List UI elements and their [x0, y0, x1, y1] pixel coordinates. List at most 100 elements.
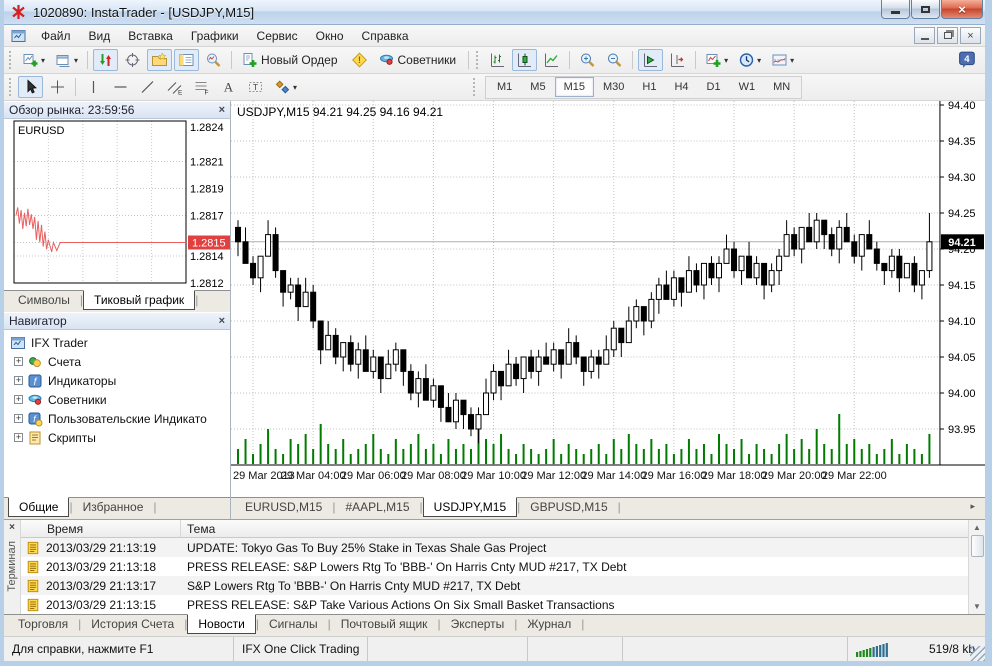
- expand-icon[interactable]: +: [14, 414, 23, 423]
- tab-symbols[interactable]: Символы: [8, 291, 80, 309]
- scrollbar-thumb[interactable]: [971, 535, 984, 557]
- terminal-tab-news[interactable]: Новости: [187, 614, 255, 634]
- column-header-time[interactable]: Время: [21, 520, 181, 537]
- terminal-toggle[interactable]: [174, 49, 199, 71]
- table-row[interactable]: 2013/03/29 21:13:18PRESS RELEASE: S&P Lo…: [21, 557, 968, 576]
- dropdown-arrow-icon[interactable]: ▾: [724, 56, 728, 65]
- text-tool[interactable]: A: [216, 76, 241, 98]
- menu-item-service[interactable]: Сервис: [248, 26, 307, 46]
- close-button[interactable]: ×: [941, 0, 983, 19]
- channel-tool[interactable]: E: [162, 76, 187, 98]
- menu-item-help[interactable]: Справка: [353, 26, 418, 46]
- scroll-up-icon[interactable]: ▲: [970, 520, 985, 535]
- new-chart-button[interactable]: ▾: [18, 49, 49, 71]
- toolbar-grip[interactable]: [9, 51, 14, 69]
- templates-button[interactable]: ▾: [767, 49, 798, 71]
- timeframe-w1[interactable]: W1: [730, 77, 765, 97]
- terminal-tab-account-history[interactable]: История Счета: [81, 615, 184, 633]
- strategy-tester-toggle[interactable]: [201, 49, 226, 71]
- label-tool[interactable]: T: [243, 76, 268, 98]
- chart-shift-toggle[interactable]: [665, 49, 690, 71]
- menu-item-view[interactable]: Вид: [80, 26, 120, 46]
- data-window-toggle[interactable]: [120, 49, 145, 71]
- tab-favorites[interactable]: Избранное: [73, 498, 154, 516]
- chart-bars-button[interactable]: [485, 49, 510, 71]
- close-icon[interactable]: ×: [9, 520, 15, 535]
- dropdown-arrow-icon[interactable]: ▾: [293, 83, 297, 92]
- horizontal-line-tool[interactable]: [108, 76, 133, 98]
- price-chart[interactable]: 94.4094.3594.3094.2594.2094.1594.1094.05…: [231, 101, 985, 497]
- terminal-tab-mailbox[interactable]: Почтовый ящик: [331, 615, 438, 633]
- timeframe-m15[interactable]: M15: [555, 77, 594, 97]
- tree-item-advisors[interactable]: +Советники: [4, 390, 230, 409]
- timeframe-m30[interactable]: M30: [594, 77, 633, 97]
- table-row[interactable]: 2013/03/29 21:13:19UPDATE: Tokyo Gas To …: [21, 538, 968, 557]
- menu-item-file[interactable]: Файл: [32, 26, 80, 46]
- cursor-tool[interactable]: [18, 76, 43, 98]
- tab-tick-chart[interactable]: Тиковый график: [83, 290, 195, 310]
- column-header-subject[interactable]: Тема: [181, 520, 968, 537]
- dropdown-arrow-icon[interactable]: ▾: [41, 56, 45, 65]
- terminal-tab-experts[interactable]: Эксперты: [441, 615, 515, 633]
- dropdown-arrow-icon[interactable]: ▾: [74, 56, 78, 65]
- new-order-button[interactable]: Новый Ордер: [237, 49, 344, 71]
- close-icon[interactable]: ×: [219, 104, 225, 116]
- important-news-button[interactable]: !: [347, 49, 372, 71]
- menu-item-window[interactable]: Окно: [307, 26, 353, 46]
- tree-item-indicators[interactable]: +fИндикаторы: [4, 371, 230, 390]
- minimize-button[interactable]: [881, 0, 910, 19]
- chart-tab-aapl-m15[interactable]: #AAPL,M15: [335, 498, 419, 516]
- terminal-tab-signals[interactable]: Сигналы: [259, 615, 328, 633]
- indicators-button[interactable]: ▾: [701, 49, 732, 71]
- zoom-in-button[interactable]: [575, 49, 600, 71]
- menu-item-insert[interactable]: Вставка: [119, 26, 182, 46]
- navigator-toggle[interactable]: [147, 49, 172, 71]
- tab-scroll-right-icon[interactable]: ▸: [964, 498, 981, 515]
- tick-chart[interactable]: 1.28241.28211.28191.28171.28151.28141.28…: [4, 119, 230, 290]
- crosshair-tool[interactable]: [45, 76, 70, 98]
- tab-common[interactable]: Общие: [8, 497, 69, 517]
- expand-icon[interactable]: +: [14, 433, 23, 442]
- close-icon[interactable]: ×: [219, 315, 225, 327]
- scroll-down-icon[interactable]: ▼: [970, 599, 985, 614]
- timeframe-m5[interactable]: M5: [521, 77, 554, 97]
- menu-item-charts[interactable]: Графики: [182, 26, 248, 46]
- fibonacci-tool[interactable]: F: [189, 76, 214, 98]
- market-watch-toggle[interactable]: [93, 49, 118, 71]
- expand-icon[interactable]: +: [14, 357, 23, 366]
- timeframe-mn[interactable]: MN: [764, 77, 799, 97]
- timeframe-h1[interactable]: H1: [633, 77, 665, 97]
- toolbar-grip[interactable]: [476, 51, 481, 69]
- periods-button[interactable]: ▾: [734, 49, 765, 71]
- chart-tab-eurusd-m15[interactable]: EURUSD,M15: [235, 498, 332, 516]
- chart-candles-button[interactable]: [512, 49, 537, 71]
- terminal-tab-trade[interactable]: Торговля: [8, 615, 78, 633]
- trendline-tool[interactable]: [135, 76, 160, 98]
- advisors-button[interactable]: Советники: [374, 49, 464, 71]
- zoom-out-button[interactable]: [602, 49, 627, 71]
- expand-icon[interactable]: +: [14, 376, 23, 385]
- timeframe-d1[interactable]: D1: [698, 77, 730, 97]
- toolbar-grip[interactable]: [9, 78, 14, 96]
- arrows-tool[interactable]: ▾: [270, 76, 301, 98]
- child-close-button[interactable]: ×: [960, 27, 981, 44]
- terminal-tab-journal[interactable]: Журнал: [517, 615, 581, 633]
- tree-item-custom-indicators[interactable]: +fПользовательские Индикато: [4, 409, 230, 428]
- tree-root-ifx-trader[interactable]: IFX Trader: [4, 333, 230, 352]
- expand-icon[interactable]: +: [14, 395, 23, 404]
- table-row[interactable]: 2013/03/29 21:13:17S&P Lowers Rtg To 'BB…: [21, 576, 968, 595]
- notifications-badge[interactable]: 4: [958, 51, 977, 69]
- timeframe-m1[interactable]: M1: [488, 77, 521, 97]
- resize-grip[interactable]: [970, 646, 985, 661]
- maximize-button[interactable]: [911, 0, 940, 19]
- auto-scroll-toggle[interactable]: [638, 49, 663, 71]
- dropdown-arrow-icon[interactable]: ▾: [790, 56, 794, 65]
- chart-tab-gbpusd-m15[interactable]: GBPUSD,M15: [520, 498, 617, 516]
- chart-tab-usdjpy-m15[interactable]: USDJPY,M15: [423, 497, 517, 517]
- tree-item-scripts[interactable]: +Скрипты: [4, 428, 230, 447]
- child-restore-button[interactable]: [937, 27, 958, 44]
- chart-line-button[interactable]: [539, 49, 564, 71]
- toolbar-grip[interactable]: [473, 78, 478, 96]
- child-minimize-button[interactable]: [914, 27, 935, 44]
- table-row[interactable]: 2013/03/29 21:13:15PRESS RELEASE: S&P Ta…: [21, 595, 968, 614]
